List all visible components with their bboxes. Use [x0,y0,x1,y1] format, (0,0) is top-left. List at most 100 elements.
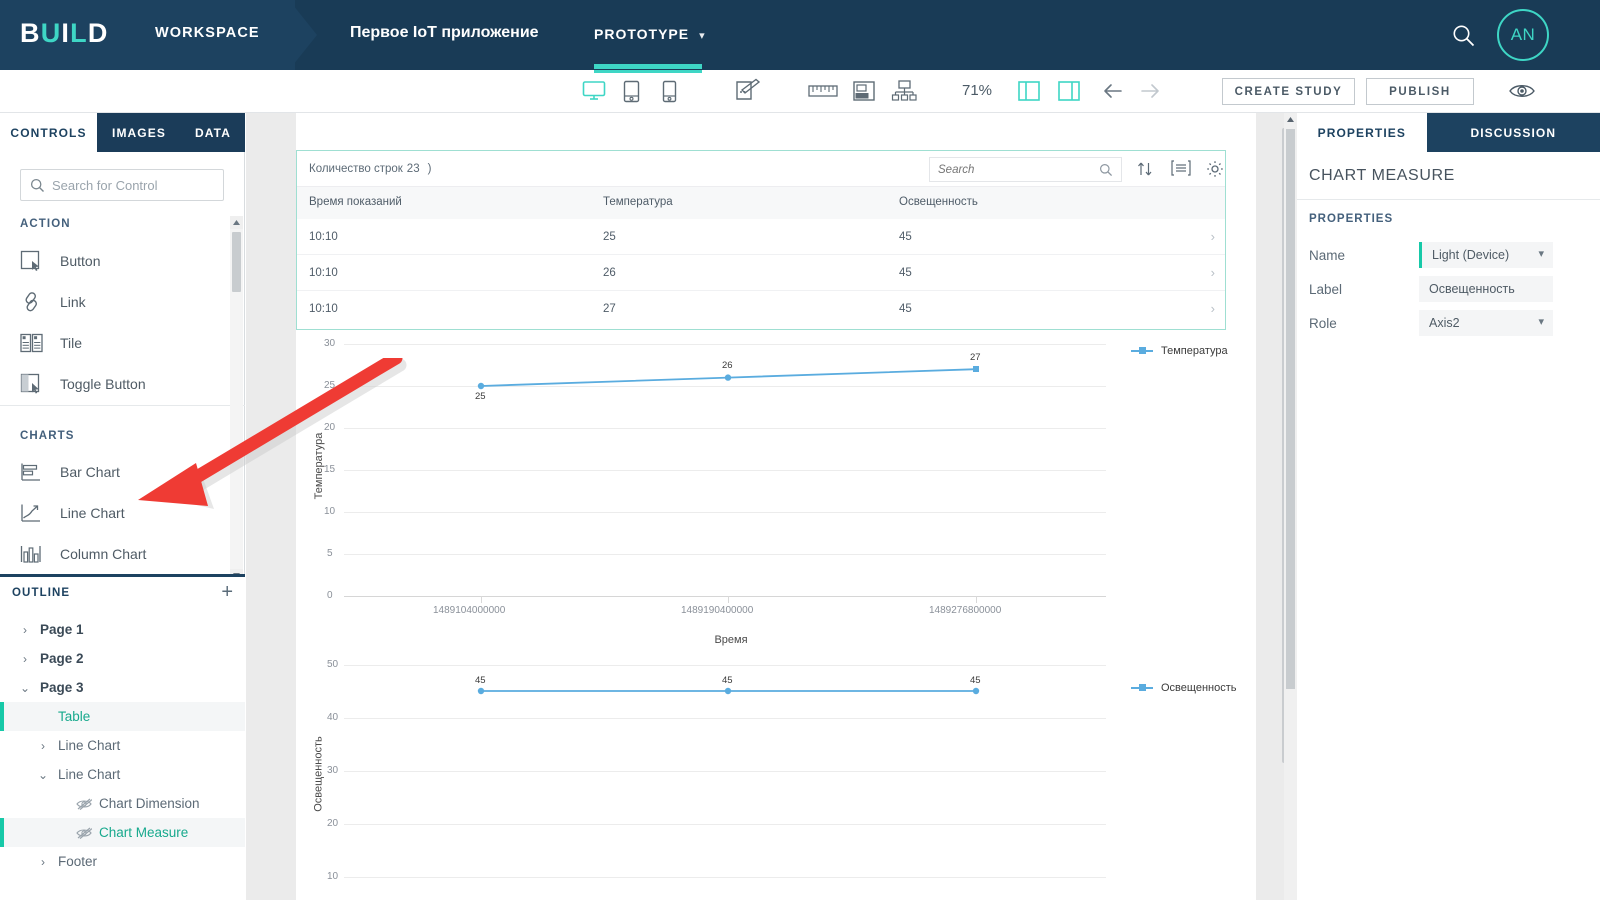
search-icon[interactable] [1099,163,1113,182]
sketch-edit-icon[interactable] [733,70,763,112]
list-view-icon[interactable] [1171,160,1191,181]
ruler-icon[interactable] [808,70,838,112]
control-item-bar-chart[interactable]: Bar Chart [20,455,220,489]
chevron-right-icon[interactable]: › [1211,229,1215,244]
outline-item-footer[interactable]: › Footer [0,847,245,876]
outline-item-page-1[interactable]: › Page 1 [0,615,245,644]
properties-section-label: PROPERTIES [1309,213,1394,225]
avatar[interactable]: AN [1497,9,1549,61]
topbar-wedge-divider [289,0,317,70]
chevron-right-icon[interactable]: › [36,739,50,753]
cell-temperature: 25 [603,231,616,243]
chevron-down-icon[interactable]: ▾ [1538,247,1544,260]
data-label: 45 [970,675,981,686]
nav-prototype[interactable]: PROTOTYPE ▾ [594,26,706,42]
chevron-right-icon[interactable]: › [18,652,32,666]
table-widget[interactable]: Количество строк 23) Search Время показа… [296,150,1226,330]
nav-workspace[interactable]: WORKSPACE [155,25,260,41]
search-control-box[interactable] [20,169,224,201]
add-page-button[interactable]: + [221,581,233,603]
table-search-input[interactable] [938,163,1088,176]
control-item-toggle-button[interactable]: Toggle Button [20,367,220,401]
page-surface: Количество строк 23) Search Время показа… [296,113,1256,900]
controls-scrollbar[interactable] [230,216,243,582]
table-column-headers: Время показаний Температура Освещенность [297,187,1225,219]
line-chart-light[interactable]: 50 40 30 20 10 45 45 45 Освещенность Осв… [296,658,1237,900]
control-item-column-chart[interactable]: Column Chart [20,537,220,571]
name-select[interactable]: Light (Device) ▾ [1419,242,1553,268]
outline-item-label: Chart Dimension [99,796,200,811]
tab-data[interactable]: DATA [181,113,245,152]
preview-eye-icon[interactable] [1508,81,1536,106]
zoom-level[interactable]: 71% [962,82,992,99]
selection-indicator [0,702,4,731]
row-count-value: 23 [406,163,420,175]
outline-item-chart-measure[interactable]: Chart Measure [0,818,245,847]
control-item-button[interactable]: Button [20,244,220,278]
property-row-role: Role Axis2 ▾ [1309,310,1589,340]
split-left-panel-icon[interactable] [1015,70,1043,112]
chevron-right-icon[interactable]: › [36,855,50,869]
outline-item-page-2[interactable]: › Page 2 [0,644,245,673]
table-row[interactable]: 10:10 27 45 › [297,291,1225,327]
nav-application-name[interactable]: Первое IoT приложение [350,24,539,42]
tab-controls[interactable]: CONTROLS [0,113,97,152]
tab-properties[interactable]: PROPERTIES [1297,113,1427,152]
control-item-tile[interactable]: Tile [20,326,220,360]
panel-divider [1297,199,1600,200]
data-label: 26 [722,360,733,371]
table-row[interactable]: 10:10 25 45 › [297,219,1225,255]
create-study-button[interactable]: CREATE STUDY [1222,78,1355,105]
control-item-line-chart[interactable]: Line Chart [20,496,220,530]
sort-icon[interactable] [1136,160,1154,183]
outline-item-table[interactable]: Table [0,702,245,731]
row-count-paren: ) [427,163,432,175]
table-search-box[interactable] [929,157,1122,182]
outline-item-chart-dimension[interactable]: Chart Dimension [0,789,245,818]
tab-images[interactable]: IMAGES [97,113,181,152]
chevron-right-icon[interactable]: › [18,623,32,637]
scrollbar-thumb[interactable] [1286,129,1295,689]
outline-title: OUTLINE [12,587,71,599]
right-panel-tabs: PROPERTIES DISCUSSION [1297,113,1600,152]
legend-label: Температура [1161,345,1228,357]
role-select[interactable]: Axis2 ▾ [1419,310,1553,336]
search-input[interactable] [52,177,207,193]
redo-icon[interactable] [1139,70,1165,112]
left-panel-tabs: CONTROLS IMAGES DATA [0,113,245,152]
chevron-right-icon[interactable]: › [1211,301,1215,316]
outline-item-label: Page 1 [40,622,84,637]
right-panel-scrollbar[interactable] [1284,113,1297,900]
chevron-down-icon[interactable]: ▾ [1538,315,1544,328]
scrollbar-thumb[interactable] [232,232,241,292]
cell-temperature: 27 [603,303,616,315]
chevron-down-icon[interactable]: ⌄ [18,681,32,695]
publish-button[interactable]: PUBLISH [1366,78,1474,105]
scroll-up-arrow-icon[interactable] [230,216,243,229]
button-icon [20,248,54,274]
tab-discussion[interactable]: DISCUSSION [1427,113,1600,152]
gear-icon[interactable] [1206,160,1224,183]
layout-panel-icon[interactable] [850,70,878,112]
line-chart-temperature[interactable]: 30 25 20 15 10 5 0 1489104000000 1489190… [296,335,1228,646]
outline-item-line-chart[interactable]: ⌄ Line Chart [0,760,245,789]
mobile-view-icon[interactable] [655,70,683,112]
chevron-right-icon[interactable]: › [1211,265,1215,280]
desktop-view-icon[interactable] [578,70,610,112]
table-row[interactable]: 10:10 26 45 › [297,255,1225,291]
link-icon [20,289,54,315]
split-right-panel-icon[interactable] [1055,70,1083,112]
undo-icon[interactable] [1098,70,1124,112]
sitemap-icon[interactable] [890,70,918,112]
label-field[interactable]: Освещенность [1419,276,1553,302]
logo-letter-l: L [70,18,88,48]
chevron-down-icon[interactable]: ⌄ [36,768,50,782]
build-logo[interactable]: BUILD [20,18,109,49]
tablet-view-icon[interactable] [617,70,645,112]
outline-item-line-chart[interactable]: › Line Chart [0,731,245,760]
chart-series-path [477,687,980,695]
scroll-up-arrow-icon[interactable] [1284,113,1297,126]
search-icon[interactable] [1450,22,1478,55]
outline-item-page-3[interactable]: ⌄ Page 3 [0,673,245,702]
control-item-link[interactable]: Link [20,285,220,319]
